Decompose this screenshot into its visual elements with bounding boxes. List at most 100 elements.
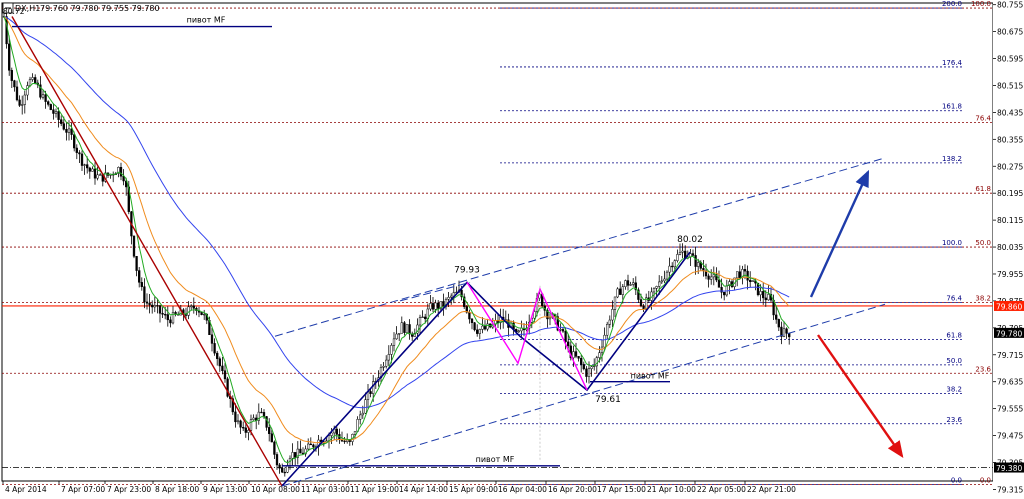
candle-body <box>281 467 284 473</box>
candle-body <box>143 286 146 303</box>
fib-grid-label: 76.4 <box>975 115 991 123</box>
candle-body <box>548 317 552 320</box>
candle-body <box>564 330 567 343</box>
candle-body <box>18 99 21 106</box>
candle-body <box>62 123 65 130</box>
candle-body <box>603 334 606 348</box>
y-tick-label: 79.555 <box>997 405 1023 414</box>
candle-body <box>736 271 739 279</box>
x-tick-label: 10 Apr 08:00 <box>251 485 300 494</box>
fib-level-label: 23.6 <box>946 416 962 424</box>
candle-body <box>678 252 682 255</box>
candle-body <box>54 111 58 114</box>
x-tick-label: 11 Apr 03:00 <box>301 485 350 494</box>
candle-body <box>239 420 242 428</box>
candle-body <box>67 128 71 133</box>
y-tick-label: 80.355 <box>997 135 1023 144</box>
candle-body <box>57 111 60 120</box>
pivot-bottom-label: пивот MF <box>476 455 515 464</box>
candle-body <box>312 444 315 448</box>
candle-body <box>234 411 237 423</box>
candle-body <box>598 352 601 358</box>
candle-body <box>203 313 206 316</box>
y-tick-label: 80.595 <box>997 55 1023 64</box>
candle-body <box>608 319 611 325</box>
x-tick-label: 22 Apr 21:00 <box>747 485 796 494</box>
candle-body <box>590 366 593 369</box>
candle-body <box>517 330 520 333</box>
candle-body <box>624 280 627 287</box>
y-tick-label: 79.315 <box>997 485 1023 494</box>
candle-body <box>694 255 697 267</box>
candle-body <box>577 356 580 359</box>
pivot-mid-label: пивот MF <box>631 372 670 381</box>
candle-body <box>668 265 671 273</box>
candle-body <box>249 419 253 431</box>
pivot-price-flag: 79.380 <box>996 464 1022 473</box>
candle-body <box>216 352 219 359</box>
candle-body <box>161 313 164 315</box>
candle-body <box>325 440 328 443</box>
candle-body <box>572 351 575 359</box>
y-tick-label: 79.715 <box>997 351 1023 360</box>
y-tick-label: 80.035 <box>997 243 1023 252</box>
x-tick-label: 21 Apr 10:00 <box>647 485 696 494</box>
candle-body <box>400 322 403 334</box>
candle-body <box>567 341 570 347</box>
candle-body <box>777 319 780 328</box>
candle-body <box>660 280 663 283</box>
fib-level-label: 200.0 <box>942 0 962 8</box>
candle-body <box>481 325 484 330</box>
candle-body <box>270 433 273 443</box>
candle-body <box>132 235 136 257</box>
fib-level-label: 38.2 <box>946 385 962 393</box>
candle-body <box>385 359 388 367</box>
candle-body <box>65 129 68 133</box>
y-tick-label: 80.275 <box>997 162 1023 171</box>
corner-high-label: 80.72 <box>3 7 25 16</box>
fib-level-label: 76.4 <box>946 295 962 303</box>
highlight-price-flag: 79.860 <box>996 302 1022 311</box>
current-price-flag: 79.780 <box>996 329 1022 338</box>
x-tick-label: 9 Apr 13:00 <box>203 485 247 494</box>
candle-body <box>278 464 281 469</box>
candle-body <box>434 302 437 310</box>
candle-body <box>286 465 289 473</box>
candle-body <box>387 354 390 361</box>
candle-body <box>330 432 333 436</box>
plot-frame <box>1 2 994 482</box>
swing-high-label: 79.93 <box>454 265 480 275</box>
y-tick-label: 79.475 <box>997 432 1023 441</box>
candle-body <box>611 309 614 321</box>
candle-body <box>190 305 193 308</box>
candle-body <box>145 301 149 304</box>
candle-body <box>418 317 422 326</box>
candle-body <box>437 302 440 309</box>
candle-body <box>639 299 643 307</box>
candle-body <box>574 351 578 357</box>
candle-body <box>93 168 97 179</box>
candle-body <box>221 365 224 371</box>
fib-grid-label: 50.0 <box>975 239 991 247</box>
candle-body <box>151 304 154 308</box>
fib-grid-label: 61.8 <box>975 185 991 193</box>
candle-body <box>749 279 752 282</box>
y-tick-label: 80.195 <box>997 189 1023 198</box>
candle-body <box>473 322 476 331</box>
candle-body <box>424 316 427 320</box>
candle-body <box>429 303 432 310</box>
candle-body <box>468 312 471 320</box>
candle-body <box>395 333 398 340</box>
fib-grid-label: 38.2 <box>975 295 991 303</box>
candle-body <box>483 325 487 330</box>
candle-body <box>673 260 676 268</box>
candle-body <box>140 282 143 287</box>
candle-body <box>587 368 591 377</box>
x-tick-label: 4 Apr 2014 <box>5 485 47 494</box>
candle-body <box>470 318 474 323</box>
candle-body <box>294 452 297 458</box>
candle-body <box>431 303 435 310</box>
candle-body <box>361 412 364 416</box>
x-tick-label: 15 Apr 09:00 <box>449 485 498 494</box>
candle-body <box>31 77 34 80</box>
